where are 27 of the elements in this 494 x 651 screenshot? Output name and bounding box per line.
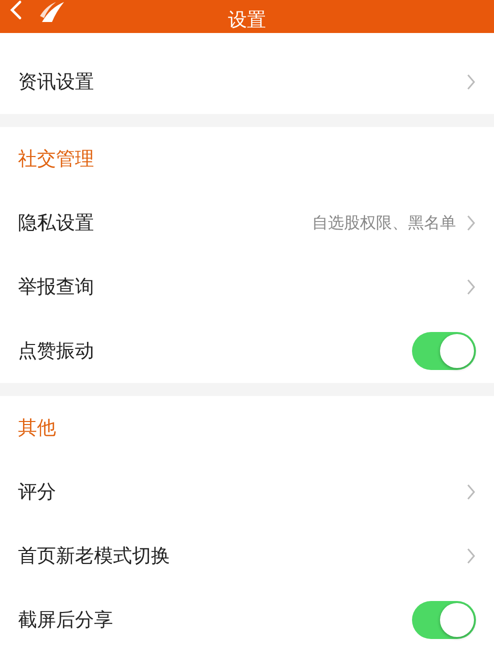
- settings-row[interactable]: 点赞振动: [0, 319, 494, 383]
- row-label: 隐私设置: [18, 211, 95, 236]
- chevron-icon: [466, 214, 476, 232]
- row-value: 自选股权限、黑名单: [312, 212, 456, 234]
- back-icon[interactable]: [10, 0, 22, 20]
- section-title: 社交管理: [17, 147, 95, 172]
- logo-icon: [38, 0, 66, 24]
- settings-row[interactable]: 评分: [0, 460, 494, 524]
- settings-row[interactable]: 截屏后分享: [0, 588, 494, 651]
- row-label: 举报查询: [18, 275, 95, 300]
- row-label: 点赞振动: [18, 339, 95, 364]
- row-label: 评分: [18, 480, 57, 505]
- settings-row[interactable]: 资讯设置: [0, 50, 494, 114]
- settings-row[interactable]: 隐私设置 自选股权限、黑名单: [0, 191, 494, 255]
- settings-row[interactable]: 首页新老模式切换: [0, 524, 494, 588]
- section-title: 其他: [17, 416, 57, 441]
- row-label: 首页新老模式切换: [18, 544, 171, 569]
- row-label: 截屏后分享: [18, 608, 114, 633]
- settings-row[interactable]: 举报查询: [0, 255, 494, 319]
- chevron-icon: [466, 278, 476, 296]
- chevron-icon: [466, 547, 476, 565]
- page-title: 设置: [228, 8, 266, 33]
- toggle-switch[interactable]: [412, 601, 476, 639]
- toggle-switch[interactable]: [412, 332, 476, 370]
- chevron-icon: [466, 483, 476, 501]
- row-label: 资讯设置: [18, 70, 95, 95]
- chevron-icon: [466, 73, 476, 91]
